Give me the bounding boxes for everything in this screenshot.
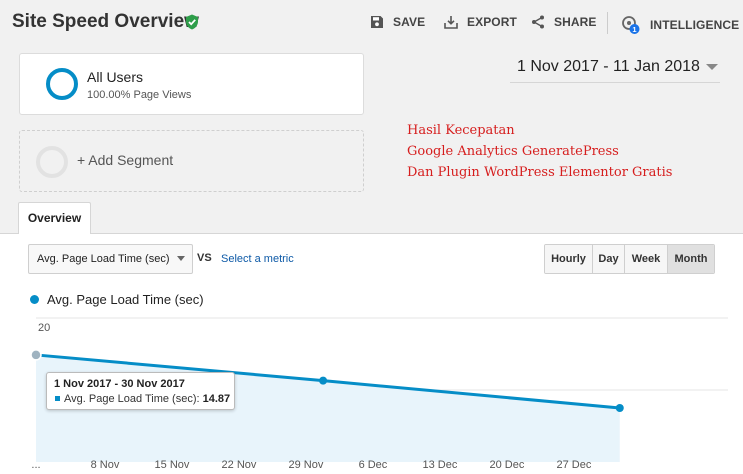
page-title: Site Speed Overview xyxy=(12,11,199,32)
chart-tooltip: 1 Nov 2017 - 30 Nov 2017 Avg. Page Load … xyxy=(46,372,235,410)
tooltip-series-swatch xyxy=(55,396,60,401)
intelligence-badge: 1 xyxy=(632,25,636,34)
period-month-button[interactable]: Month xyxy=(668,245,714,273)
share-label: SHARE xyxy=(554,15,597,29)
save-label: SAVE xyxy=(393,15,426,29)
x-tick-label: 8 Nov xyxy=(91,459,120,471)
metric-select-caret-icon[interactable] xyxy=(177,256,185,261)
add-segment-button[interactable]: + Add Segment xyxy=(19,130,364,192)
x-tick-label: 13 Dec xyxy=(423,459,458,471)
share-icon xyxy=(532,15,544,29)
verified-shield-icon xyxy=(186,14,198,30)
intelligence-button[interactable]: 1 INTELLIGENCE xyxy=(621,15,739,35)
date-range-picker[interactable]: 1 Nov 2017 - 11 Jan 2018 xyxy=(517,58,700,76)
period-hourly-button[interactable]: Hourly xyxy=(545,245,593,273)
vs-label: VS xyxy=(197,252,212,264)
export-icon xyxy=(444,16,458,29)
data-point xyxy=(615,404,624,412)
empty-segment-ring-icon xyxy=(36,146,68,178)
data-point xyxy=(30,349,42,361)
y-tick-label: 20 xyxy=(38,322,50,334)
share-button[interactable]: SHARE xyxy=(531,15,597,29)
annotation-line-2: Google Analytics GeneratePress xyxy=(407,144,619,159)
annotation-line-1: Hasil Kecepatan xyxy=(407,123,515,138)
intelligence-icon: 1 xyxy=(622,16,640,34)
export-label: EXPORT xyxy=(467,15,517,29)
x-tick-label: 20 Dec xyxy=(490,459,525,471)
date-range-underline xyxy=(510,82,720,83)
data-point xyxy=(319,376,328,385)
x-tick-label: 29 Nov xyxy=(289,459,324,471)
legend-dot xyxy=(30,295,39,304)
x-tick-label: 6 Dec xyxy=(359,459,388,471)
tooltip-metric-label: Avg. Page Load Time (sec): xyxy=(64,393,200,405)
intelligence-label: INTELLIGENCE xyxy=(650,18,740,32)
x-tick-label: 15 Nov xyxy=(155,459,190,471)
tooltip-date: 1 Nov 2017 - 30 Nov 2017 xyxy=(54,378,185,390)
metric-select[interactable]: Avg. Page Load Time (sec) xyxy=(28,244,193,274)
tooltip-value: 14.87 xyxy=(202,393,231,405)
period-toggle-group: Hourly Day Week Month xyxy=(544,244,715,274)
export-button[interactable]: EXPORT xyxy=(444,15,517,29)
tooltip-row: Avg. Page Load Time (sec): 14.87 xyxy=(64,393,230,405)
x-tick-label: ... xyxy=(31,459,40,471)
x-tick-label: 22 Nov xyxy=(222,459,257,471)
segment-subtitle: 100.00% Page Views xyxy=(87,89,192,101)
x-tick-label: 27 Dec xyxy=(556,459,591,471)
report-header: Site Speed Overview SAVE EXPORT SHARE 1 … xyxy=(0,0,743,46)
annotation-line-3: Dan Plugin WordPress Elementor Gratis xyxy=(407,165,673,180)
toolbar-divider xyxy=(607,12,608,34)
overlay-annotation: Hasil Kecepatan Google Analytics Generat… xyxy=(407,120,672,183)
select-metric-link[interactable]: Select a metric xyxy=(221,253,294,265)
save-button[interactable]: SAVE xyxy=(370,15,425,29)
period-week-button[interactable]: Week xyxy=(625,245,668,273)
legend-label: Avg. Page Load Time (sec) xyxy=(47,292,204,307)
segment-ring-icon xyxy=(46,68,78,100)
add-segment-label: + Add Segment xyxy=(77,152,174,168)
period-day-button[interactable]: Day xyxy=(593,245,625,273)
save-icon xyxy=(371,16,383,28)
tab-overview[interactable]: Overview xyxy=(18,202,91,234)
date-range-caret-icon[interactable] xyxy=(706,64,718,70)
segment-name: All Users xyxy=(87,69,144,85)
segment-card-all-users[interactable]: All Users 100.00% Page Views xyxy=(19,53,364,115)
